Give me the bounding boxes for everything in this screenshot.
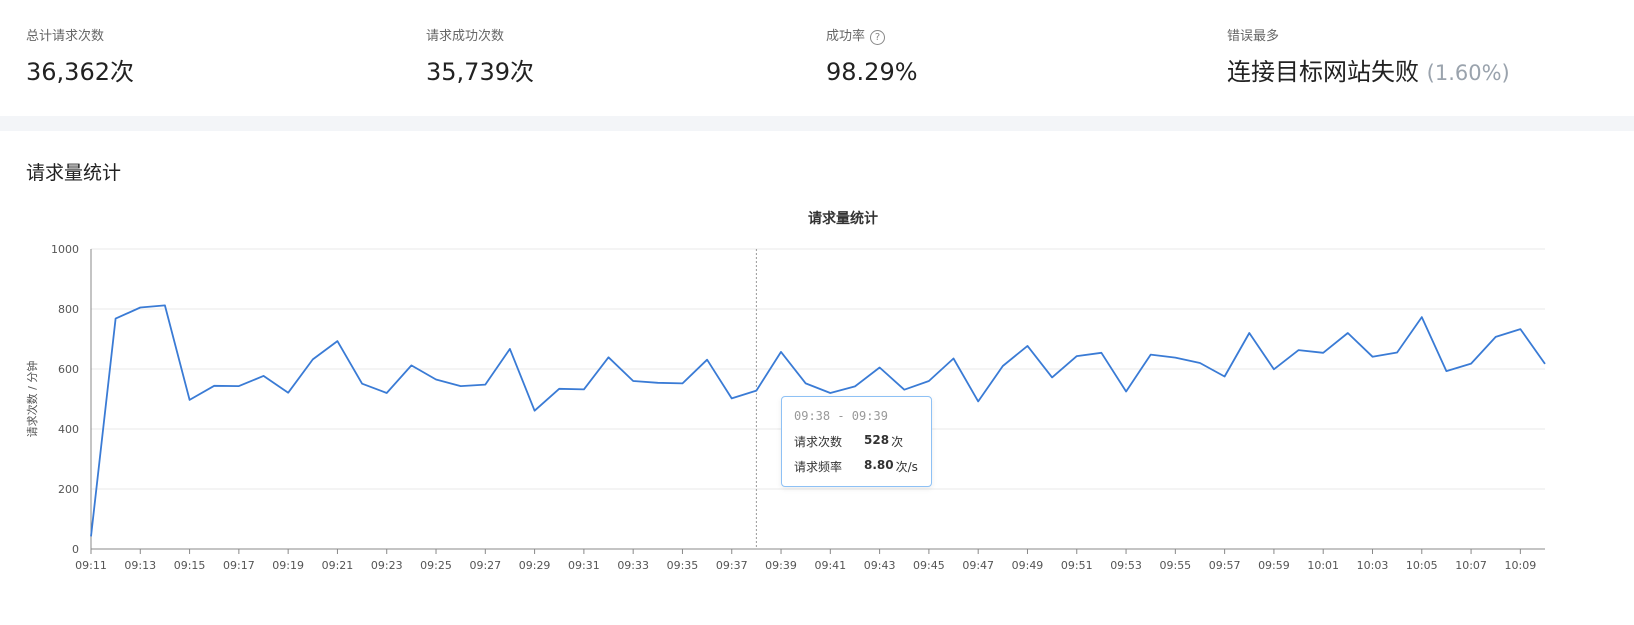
stat-label-row: 成功率 ?	[826, 28, 918, 46]
tooltip-label: 请求次数	[794, 435, 843, 449]
top-error-name: 连接目标网站失败	[1227, 58, 1419, 86]
stat-total-requests: 总计请求次数 36,362次	[26, 28, 134, 88]
y-tick-label: 200	[58, 483, 79, 496]
top-error-percent: (1.60%)	[1426, 61, 1510, 85]
x-tick-label: 09:41	[814, 559, 846, 572]
tooltip-label: 请求频率	[794, 460, 843, 474]
y-axis-label: 请求次数 / 分钟	[25, 361, 39, 438]
stat-label: 请求成功次数	[426, 29, 505, 44]
x-tick-label: 10:01	[1307, 559, 1339, 572]
x-tick-label: 10:05	[1406, 559, 1438, 572]
y-tick-label: 400	[58, 423, 79, 436]
x-tick-label: 09:21	[322, 559, 354, 572]
tooltip-row-rate: 请求频率 8.80 次/s	[794, 458, 919, 475]
x-tick-label: 09:57	[1209, 559, 1241, 572]
x-tick-label: 09:15	[174, 559, 206, 572]
x-tick-label: 10:03	[1357, 559, 1389, 572]
x-tick-label: 09:49	[1012, 559, 1044, 572]
stats-card: 总计请求次数 36,362次 请求成功次数 35,739次 成功率 ? 98.2…	[0, 0, 1634, 116]
x-tick-label: 09:25	[420, 559, 452, 572]
x-tick-label: 09:19	[272, 559, 304, 572]
x-tick-label: 09:55	[1159, 559, 1191, 572]
y-tick-label: 800	[58, 303, 79, 316]
tooltip-row-count: 请求次数 528 次	[794, 433, 919, 450]
x-tick-label: 09:53	[1110, 559, 1142, 572]
tooltip-unit: 次	[891, 435, 904, 449]
chart-tooltip: 09:38 - 09:39 请求次数 528 次 请求频率 8.80 次/s	[781, 396, 932, 487]
stat-success-requests: 请求成功次数 35,739次	[426, 28, 534, 88]
x-tick-label: 09:17	[223, 559, 255, 572]
chart-title: 请求量统计	[808, 210, 878, 227]
x-tick-label: 09:43	[864, 559, 896, 572]
x-tick-label: 09:33	[617, 559, 649, 572]
x-tick-label: 09:13	[124, 559, 156, 572]
request-chart[interactable]: 请求量统计 0 200 400 600 800 1000 请求次数 / 分钟 09:11 09:1…	[0, 131, 1634, 625]
help-icon[interactable]: ?	[870, 29, 886, 45]
x-tick-label: 09:23	[371, 559, 403, 572]
stat-success-rate: 成功率 ? 98.29%	[826, 28, 918, 88]
x-tick-label: 09:39	[765, 559, 797, 572]
chart-card: 请求量统计 请求量统计 0 200 400 600 800 1000 请求次数 / 分钟 09:…	[0, 131, 1634, 625]
stat-value: 35,739次	[426, 58, 534, 86]
tooltip-range: 09:38 - 09:39	[794, 409, 888, 423]
x-tick-label: 10:09	[1505, 559, 1537, 572]
x-tick-label: 09:27	[469, 559, 501, 572]
tooltip-value: 8.80	[864, 458, 894, 472]
x-tick-label: 09:47	[962, 559, 994, 572]
x-tick-label: 09:35	[667, 559, 699, 572]
x-tick-label: 09:29	[519, 559, 551, 572]
x-tick-label: 09:51	[1061, 559, 1093, 572]
y-tick-label: 600	[58, 363, 79, 376]
x-tick-label: 09:59	[1258, 559, 1290, 572]
tooltip-unit: 次/s	[895, 460, 918, 474]
x-tick-label: 09:45	[913, 559, 945, 572]
y-tick-label: 1000	[51, 243, 79, 256]
stat-value: 98.29%	[826, 58, 918, 86]
x-tick-label: 09:11	[75, 559, 107, 572]
tooltip-value: 528	[864, 433, 890, 447]
x-tick-label: 09:31	[568, 559, 600, 572]
stat-top-error: 错误最多 连接目标网站失败 (1.60%)	[1227, 28, 1510, 89]
stat-label: 错误最多	[1227, 29, 1280, 44]
x-tick-label: 09:37	[716, 559, 748, 572]
y-tick-label: 0	[72, 543, 79, 556]
stat-label: 成功率	[826, 29, 866, 44]
x-tick-label: 10:07	[1455, 559, 1487, 572]
stat-label: 总计请求次数	[26, 29, 105, 44]
stat-value: 连接目标网站失败 (1.60%)	[1227, 56, 1510, 89]
stat-value: 36,362次	[26, 58, 134, 86]
